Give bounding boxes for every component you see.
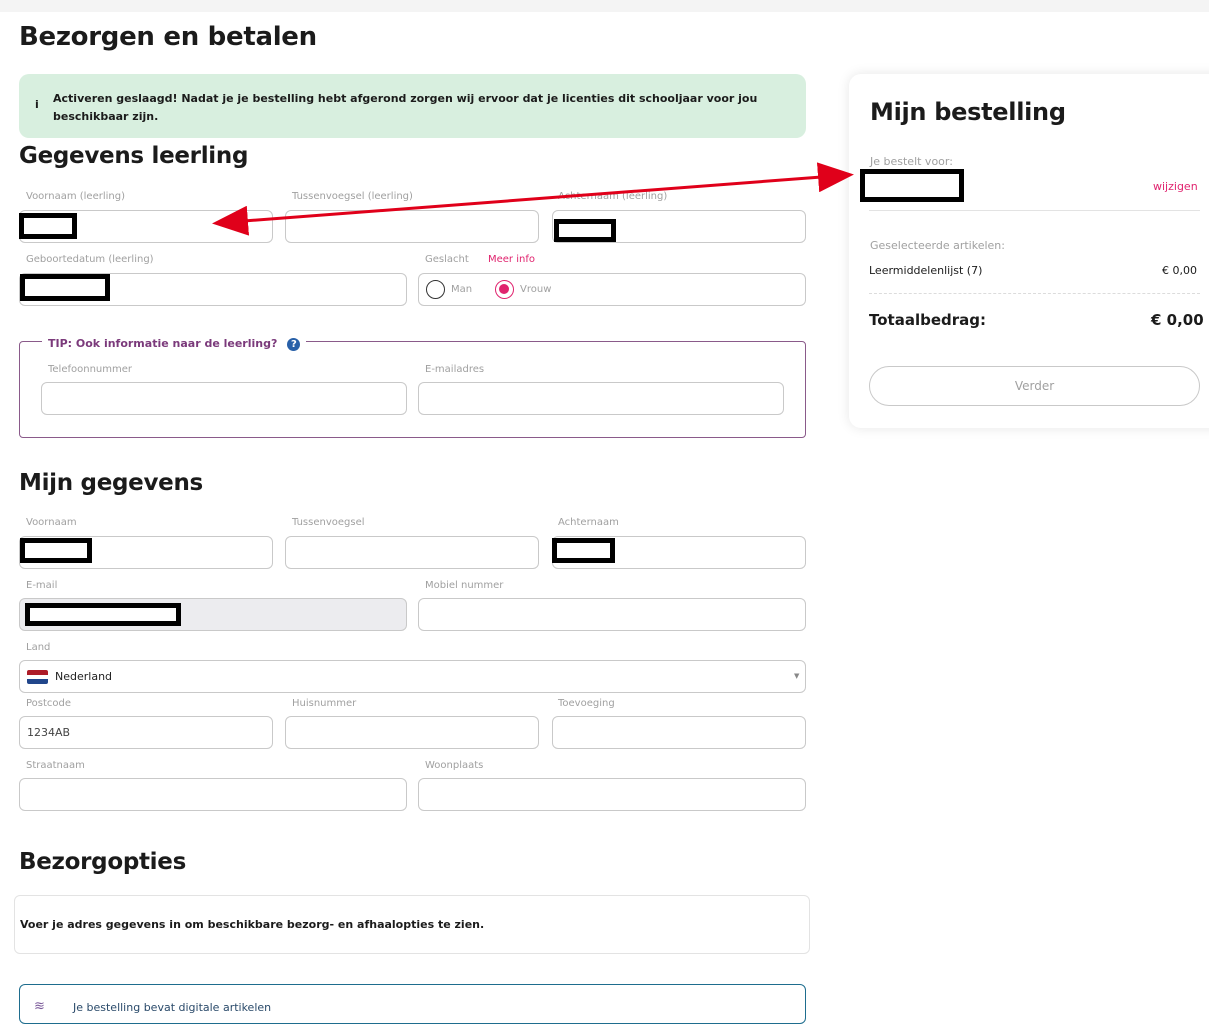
- redacted-student-name: [860, 169, 964, 202]
- mobile-label: Mobiel nummer: [425, 580, 504, 591]
- city-field[interactable]: [418, 778, 806, 811]
- student-first-name-label: Voornaam (leerling): [26, 191, 125, 202]
- mobile-field[interactable]: [418, 598, 806, 631]
- middle-name-label: Tussenvoegsel: [292, 517, 365, 528]
- radio-male[interactable]: [426, 280, 445, 299]
- email-label: E-mailadres: [425, 364, 485, 375]
- change-link[interactable]: wijzigen: [1153, 180, 1198, 193]
- alert-message: Activeren geslaagd! Nadat je je bestelli…: [53, 92, 758, 123]
- tip-title: TIP: Ook informatie naar de leerling?: [48, 337, 278, 350]
- student-phone-field[interactable]: [41, 382, 407, 415]
- question-icon[interactable]: ?: [287, 337, 301, 351]
- delivery-info-text: Voer je adres gegevens in om beschikbare…: [20, 918, 485, 931]
- next-button[interactable]: Verder: [869, 366, 1200, 406]
- radio-female[interactable]: [495, 280, 514, 299]
- postcode-label: Postcode: [26, 698, 72, 709]
- addition-label: Toevoeging: [558, 698, 615, 709]
- page-title: Bezorgen en betalen: [19, 22, 317, 52]
- my-details-heading: Mijn gegevens: [19, 470, 203, 496]
- gender-field: [418, 273, 806, 306]
- student-heading: Gegevens leerling: [19, 143, 249, 169]
- stack-icon: ≋: [34, 999, 45, 1014]
- postcode-field[interactable]: 1234AB: [19, 716, 273, 749]
- delivery-heading: Bezorgopties: [19, 849, 186, 875]
- radio-male-label: Man: [451, 284, 473, 295]
- gender-label: Geslacht: [425, 254, 469, 265]
- redacted-first-name: [19, 213, 77, 239]
- redacted-last-name: [554, 219, 616, 242]
- total-label: Totaalbedrag:: [869, 311, 987, 329]
- top-bar: [0, 0, 1209, 12]
- student-middle-name-label: Tussenvoegsel (leerling): [292, 191, 413, 202]
- first-name-label: Voornaam: [26, 517, 77, 528]
- total-value: € 0,00: [1151, 311, 1204, 329]
- info-icon: i: [35, 98, 39, 111]
- postcode-value: 1234AB: [27, 726, 71, 739]
- redacted-email: [25, 603, 181, 626]
- selected-items-label: Geselecteerde artikelen:: [870, 239, 1005, 252]
- addition-field[interactable]: [552, 716, 806, 749]
- more-info-link[interactable]: Meer info: [488, 254, 535, 265]
- street-label: Straatnaam: [26, 760, 85, 771]
- tip-legend: TIP: Ook informatie naar de leerling??: [42, 336, 307, 352]
- email-field-label: E-mail: [26, 580, 58, 591]
- street-field[interactable]: [19, 778, 407, 811]
- chevron-down-icon: ▼: [794, 672, 800, 680]
- order-title: Mijn bestelling: [870, 98, 1066, 126]
- netherlands-flag-icon: [27, 670, 48, 684]
- house-number-label: Huisnummer: [292, 698, 357, 709]
- digital-notice-text: Je bestelling bevat digitale artikelen: [73, 1001, 272, 1014]
- student-email-field[interactable]: [418, 382, 784, 415]
- success-alert: i Activeren geslaagd! Nadat je je bestel…: [19, 74, 806, 138]
- country-label: Land: [26, 642, 51, 653]
- student-last-name-label: Achternaam (leerling): [558, 191, 668, 202]
- ordering-for-label: Je bestelt voor:: [870, 155, 953, 168]
- order-item-price: € 0,00: [1162, 264, 1197, 277]
- order-divider: [869, 210, 1200, 211]
- birthdate-label: Geboortedatum (leerling): [26, 254, 154, 265]
- redacted-my-last-name: [552, 538, 615, 563]
- city-label: Woonplaats: [425, 760, 484, 771]
- radio-female-label: Vrouw: [520, 284, 552, 295]
- country-value: Nederland: [55, 670, 113, 683]
- order-dashed-divider: [869, 293, 1200, 294]
- middle-name-field[interactable]: [285, 536, 539, 569]
- redacted-birthdate: [20, 274, 110, 301]
- house-number-field[interactable]: [285, 716, 539, 749]
- order-item-name: Leermiddelenlijst (7): [869, 264, 983, 277]
- last-name-label: Achternaam: [558, 517, 619, 528]
- phone-label: Telefoonnummer: [48, 364, 133, 375]
- student-middle-name-field[interactable]: [285, 210, 539, 243]
- country-select[interactable]: Nederland: [19, 660, 806, 693]
- redacted-my-first-name: [20, 538, 92, 563]
